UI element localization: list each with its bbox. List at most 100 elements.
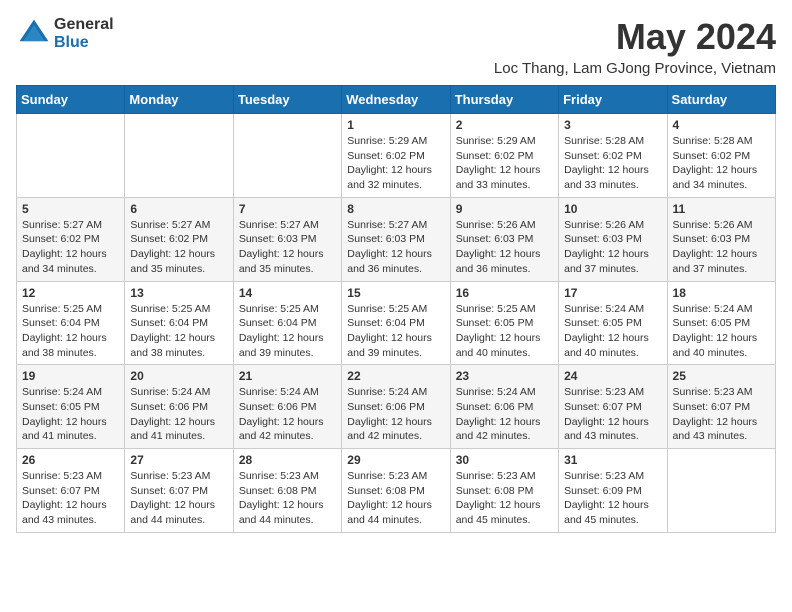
weekday-header: Wednesday <box>342 86 450 114</box>
calendar-table: SundayMondayTuesdayWednesdayThursdayFrid… <box>16 85 776 533</box>
calendar-cell <box>667 449 775 533</box>
day-info: Sunrise: 5:26 AM Sunset: 6:03 PM Dayligh… <box>564 218 661 277</box>
calendar-cell: 9 Sunrise: 5:26 AM Sunset: 6:03 PM Daylig… <box>450 197 558 281</box>
calendar-cell: 24 Sunrise: 5:23 AM Sunset: 6:07 PM Dayli… <box>559 365 667 449</box>
day-number: 3 <box>564 118 661 132</box>
calendar-cell: 29Sunrise: 5:23 AM Sunset: 6:08 PM Dayli… <box>342 449 450 533</box>
day-info: Sunrise: 5:24 AM Sunset: 6:06 PM Dayligh… <box>239 385 336 444</box>
day-info: Sunrise: 5:24 AM Sunset: 6:05 PM Dayligh… <box>22 385 119 444</box>
calendar-cell: 6 Sunrise: 5:27 AM Sunset: 6:02 PM Daylig… <box>125 197 233 281</box>
day-info: Sunrise: 5:23 AM Sunset: 6:09 PM Dayligh… <box>564 469 661 528</box>
day-number: 27 <box>130 453 227 467</box>
day-info: Sunrise: 5:25 AM Sunset: 6:05 PM Dayligh… <box>456 302 553 361</box>
calendar-cell: 5 Sunrise: 5:27 AM Sunset: 6:02 PM Daylig… <box>17 197 125 281</box>
day-info: Sunrise: 5:24 AM Sunset: 6:05 PM Dayligh… <box>564 302 661 361</box>
calendar-cell: 18Sunrise: 5:24 AM Sunset: 6:05 PM Dayli… <box>667 281 775 365</box>
logo: General Blue <box>16 16 114 52</box>
day-info: Sunrise: 5:29 AM Sunset: 6:02 PM Dayligh… <box>347 134 444 193</box>
logo-blue: Blue <box>54 34 114 52</box>
day-number: 10 <box>564 202 661 216</box>
month-year: May 2024 <box>494 16 776 58</box>
day-info: Sunrise: 5:27 AM Sunset: 6:03 PM Dayligh… <box>239 218 336 277</box>
day-number: 14 <box>239 286 336 300</box>
day-number: 11 <box>673 202 770 216</box>
day-info: Sunrise: 5:23 AM Sunset: 6:07 PM Dayligh… <box>130 469 227 528</box>
logo-text: General Blue <box>54 16 114 51</box>
day-info: Sunrise: 5:27 AM Sunset: 6:02 PM Dayligh… <box>130 218 227 277</box>
day-number: 21 <box>239 369 336 383</box>
day-info: Sunrise: 5:26 AM Sunset: 6:03 PM Dayligh… <box>456 218 553 277</box>
day-info: Sunrise: 5:23 AM Sunset: 6:07 PM Dayligh… <box>564 385 661 444</box>
logo-icon <box>16 16 52 52</box>
calendar-cell: 7 Sunrise: 5:27 AM Sunset: 6:03 PM Daylig… <box>233 197 341 281</box>
day-number: 15 <box>347 286 444 300</box>
calendar-cell: 13 Sunrise: 5:25 AM Sunset: 6:04 PM Dayli… <box>125 281 233 365</box>
weekday-header: Thursday <box>450 86 558 114</box>
calendar-cell: 8 Sunrise: 5:27 AM Sunset: 6:03 PM Daylig… <box>342 197 450 281</box>
day-info: Sunrise: 5:28 AM Sunset: 6:02 PM Dayligh… <box>673 134 770 193</box>
day-number: 31 <box>564 453 661 467</box>
day-number: 28 <box>239 453 336 467</box>
day-number: 6 <box>130 202 227 216</box>
calendar-week-row: 5 Sunrise: 5:27 AM Sunset: 6:02 PM Daylig… <box>17 197 776 281</box>
day-info: Sunrise: 5:24 AM Sunset: 6:05 PM Dayligh… <box>673 302 770 361</box>
day-number: 13 <box>130 286 227 300</box>
day-info: Sunrise: 5:23 AM Sunset: 6:07 PM Dayligh… <box>673 385 770 444</box>
calendar-cell: 23Sunrise: 5:24 AM Sunset: 6:06 PM Dayli… <box>450 365 558 449</box>
day-info: Sunrise: 5:29 AM Sunset: 6:02 PM Dayligh… <box>456 134 553 193</box>
day-number: 19 <box>22 369 119 383</box>
calendar-cell: 17 Sunrise: 5:24 AM Sunset: 6:05 PM Dayli… <box>559 281 667 365</box>
calendar-week-row: 1Sunrise: 5:29 AM Sunset: 6:02 PM Daylig… <box>17 114 776 198</box>
day-info: Sunrise: 5:23 AM Sunset: 6:08 PM Dayligh… <box>239 469 336 528</box>
day-number: 26 <box>22 453 119 467</box>
calendar-cell: 16 Sunrise: 5:25 AM Sunset: 6:05 PM Dayli… <box>450 281 558 365</box>
day-info: Sunrise: 5:23 AM Sunset: 6:08 PM Dayligh… <box>347 469 444 528</box>
weekday-header: Sunday <box>17 86 125 114</box>
calendar-week-row: 19 Sunrise: 5:24 AM Sunset: 6:05 PM Dayli… <box>17 365 776 449</box>
calendar-cell: 26Sunrise: 5:23 AM Sunset: 6:07 PM Dayli… <box>17 449 125 533</box>
calendar-cell: 10 Sunrise: 5:26 AM Sunset: 6:03 PM Dayli… <box>559 197 667 281</box>
calendar-week-row: 26 Sunrise: 5:23 AM Sunset: 6:07 PM Dayli… <box>17 449 776 533</box>
day-number: 23 <box>456 369 553 383</box>
day-number: 2 <box>456 118 553 132</box>
day-info: Sunrise: 5:25 AM Sunset: 6:04 PM Dayligh… <box>130 302 227 361</box>
day-number: 17 <box>564 286 661 300</box>
day-info: Sunrise: 5:27 AM Sunset: 6:02 PM Dayligh… <box>22 218 119 277</box>
title-block: May 2024 Loc Thang, Lam GJong Province, … <box>494 16 776 77</box>
day-info: Sunrise: 5:24 AM Sunset: 6:06 PM Dayligh… <box>347 385 444 444</box>
day-info: Sunrise: 5:25 AM Sunset: 6:04 PM Dayligh… <box>22 302 119 361</box>
page-header: General Blue May 2024 Loc Thang, Lam GJo… <box>16 16 776 77</box>
location: Loc Thang, Lam GJong Province, Vietnam <box>494 60 776 77</box>
day-info: Sunrise: 5:26 AM Sunset: 6:03 PM Dayligh… <box>673 218 770 277</box>
calendar-cell: 4 Sunrise: 5:28 AM Sunset: 6:02 PM Daylig… <box>667 114 775 198</box>
calendar-cell: 22 Sunrise: 5:24 AM Sunset: 6:06 PM Dayli… <box>342 365 450 449</box>
weekday-header: Monday <box>125 86 233 114</box>
calendar-cell: 14Sunrise: 5:25 AM Sunset: 6:04 PM Dayli… <box>233 281 341 365</box>
logo-general: General <box>54 16 114 34</box>
day-number: 16 <box>456 286 553 300</box>
day-number: 30 <box>456 453 553 467</box>
calendar-cell: 11 Sunrise: 5:26 AM Sunset: 6:03 PM Dayli… <box>667 197 775 281</box>
day-info: Sunrise: 5:23 AM Sunset: 6:08 PM Dayligh… <box>456 469 553 528</box>
calendar-cell: 3 Sunrise: 5:28 AM Sunset: 6:02 PM Daylig… <box>559 114 667 198</box>
day-number: 7 <box>239 202 336 216</box>
day-number: 8 <box>347 202 444 216</box>
calendar-cell <box>233 114 341 198</box>
calendar-cell: 12 Sunrise: 5:25 AM Sunset: 6:04 PM Dayli… <box>17 281 125 365</box>
weekday-header: Tuesday <box>233 86 341 114</box>
day-number: 25 <box>673 369 770 383</box>
day-number: 24 <box>564 369 661 383</box>
calendar-cell: 19 Sunrise: 5:24 AM Sunset: 6:05 PM Dayli… <box>17 365 125 449</box>
calendar-cell: 1Sunrise: 5:29 AM Sunset: 6:02 PM Daylig… <box>342 114 450 198</box>
weekday-header: Friday <box>559 86 667 114</box>
calendar-cell: 15Sunrise: 5:25 AM Sunset: 6:04 PM Dayli… <box>342 281 450 365</box>
day-info: Sunrise: 5:27 AM Sunset: 6:03 PM Dayligh… <box>347 218 444 277</box>
day-number: 22 <box>347 369 444 383</box>
day-number: 12 <box>22 286 119 300</box>
calendar-cell: 30 Sunrise: 5:23 AM Sunset: 6:08 PM Dayli… <box>450 449 558 533</box>
day-number: 5 <box>22 202 119 216</box>
day-info: Sunrise: 5:28 AM Sunset: 6:02 PM Dayligh… <box>564 134 661 193</box>
day-number: 9 <box>456 202 553 216</box>
day-info: Sunrise: 5:24 AM Sunset: 6:06 PM Dayligh… <box>130 385 227 444</box>
day-number: 4 <box>673 118 770 132</box>
